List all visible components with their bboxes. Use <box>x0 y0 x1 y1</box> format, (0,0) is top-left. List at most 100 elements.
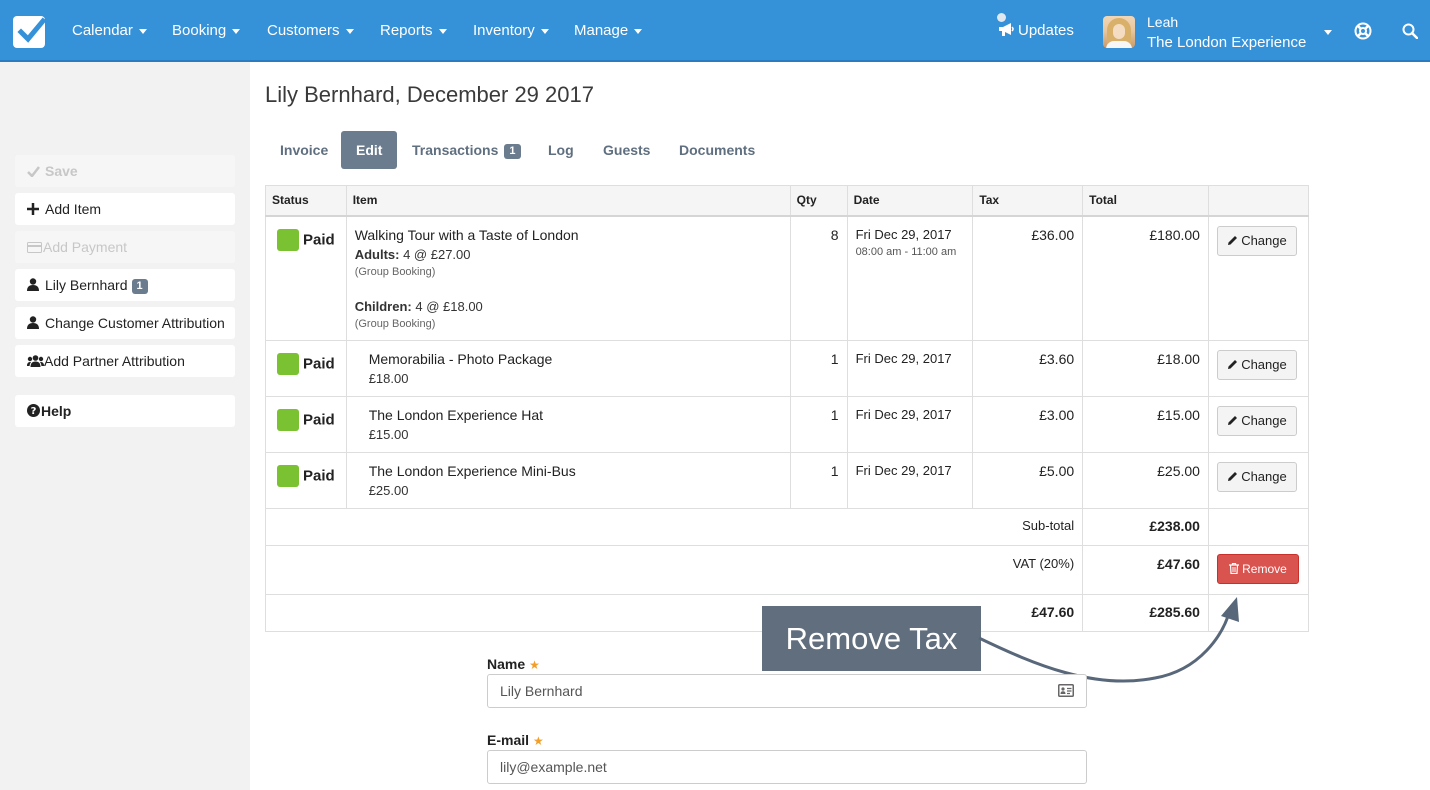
nav-manage[interactable]: Manage <box>574 22 643 39</box>
remove-tax-button[interactable]: Remove <box>1216 554 1299 584</box>
paid-square-icon <box>277 353 299 375</box>
user-icon <box>27 270 41 301</box>
svg-text:?: ? <box>31 406 37 417</box>
name-input[interactable]: Lily Bernhard <box>487 674 1087 708</box>
pencil-icon <box>1228 416 1238 425</box>
add-payment-button[interactable]: Add Payment <box>15 231 235 263</box>
nav-reports[interactable]: Reports <box>380 22 447 39</box>
page-title: Lily Bernhard, December 29 2017 <box>265 82 594 107</box>
help-button[interactable]: ? Help <box>15 395 235 427</box>
adults-note: (Group Booking) <box>354 265 436 278</box>
paid-square-icon <box>277 228 299 251</box>
item-name: Memorabilia - Photo Package <box>368 351 553 367</box>
table-row: Paid The London Experience Hat £15.00 1 F… <box>265 396 1310 453</box>
top-navigation-bar: Calendar Booking Customers Reports Inven… <box>0 0 1430 62</box>
vat-value: £47.60 <box>1082 545 1209 595</box>
avatar[interactable] <box>1103 16 1135 48</box>
tab-documents[interactable]: Documents <box>664 131 770 169</box>
status-label: Paid <box>303 411 335 429</box>
table-row: Paid Walking Tour with a Taste of London… <box>265 215 1310 341</box>
adults-line: Adults: 4 @ £27.00 <box>355 247 782 262</box>
lifebuoy-icon[interactable] <box>1354 22 1372 40</box>
item-time: 08:00 am - 11:00 am <box>855 245 957 258</box>
user-company[interactable]: The London Experience <box>1147 34 1312 51</box>
item-date: Fri Dec 29, 2017 <box>855 226 952 242</box>
children-label: Children: <box>354 298 412 314</box>
subtotal-label: Sub-total <box>264 508 1084 546</box>
nav-booking-label: Booking <box>172 22 227 39</box>
customer-button[interactable]: Lily Bernhard 1 <box>15 269 235 301</box>
chevron-down-icon[interactable] <box>1324 30 1332 35</box>
children-line: Children: 4 @ £18.00 <box>355 299 782 314</box>
remove-tax-callout: Remove Tax <box>762 606 981 671</box>
tab-log-label: Log <box>548 142 574 158</box>
email-label: E-mail ★ <box>487 732 544 748</box>
trash-icon <box>1229 562 1240 575</box>
nav-inventory[interactable]: Inventory <box>473 22 549 39</box>
change-button[interactable]: Change <box>1216 462 1297 492</box>
required-star-icon: ★ <box>533 734 544 748</box>
tab-guests-label: Guests <box>603 142 651 158</box>
change-label: Change <box>1241 413 1287 428</box>
tab-guests[interactable]: Guests <box>588 131 665 169</box>
header-item: Item <box>345 185 791 217</box>
invoice-items-table: Status Item Qty Date Tax Total Paid Walk… <box>264 185 1310 632</box>
status-label: Paid <box>303 355 335 373</box>
nav-booking[interactable]: Booking <box>172 22 241 39</box>
chevron-down-icon <box>634 28 643 34</box>
add-partner-attribution-button[interactable]: Add Partner Attribution <box>15 345 235 377</box>
change-button[interactable]: Change <box>1216 406 1297 436</box>
status-badge: Paid <box>277 465 335 487</box>
header-total: Total <box>1082 185 1209 217</box>
add-item-button[interactable]: Add Item <box>15 193 235 225</box>
item-price: £18.00 <box>368 371 409 386</box>
nav-customers-label: Customers <box>267 22 340 39</box>
user-name[interactable]: Leah <box>1147 14 1178 30</box>
pencil-icon <box>1228 235 1238 245</box>
tab-edit[interactable]: Edit <box>341 131 398 169</box>
item-name: Walking Tour with a Taste of London <box>354 226 579 243</box>
children-value: 4 @ £18.00 <box>415 298 483 314</box>
credit-card-icon <box>27 232 42 263</box>
checkbox-logo-icon[interactable] <box>13 16 46 48</box>
tab-log[interactable]: Log <box>533 131 589 169</box>
updates-button[interactable]: Updates <box>998 22 1074 39</box>
item-date: Fri Dec 29, 2017 <box>846 396 974 453</box>
change-button[interactable]: Change <box>1216 225 1297 256</box>
item-total: £25.00 <box>1082 452 1209 509</box>
item-total: £18.00 <box>1082 340 1209 397</box>
adults-label: Adults: <box>354 246 400 262</box>
item-tax: £5.00 <box>972 452 1084 509</box>
item-qty: 8 <box>789 215 848 341</box>
change-attribution-label: Change Customer Attribution <box>45 315 225 331</box>
chevron-down-icon <box>138 28 147 34</box>
item-date: Fri Dec 29, 2017 <box>846 340 974 397</box>
notification-dot <box>997 13 1006 22</box>
change-button[interactable]: Change <box>1216 350 1297 380</box>
nav-manage-label: Manage <box>574 22 629 39</box>
chevron-down-icon <box>540 28 549 34</box>
tab-invoice-label: Invoice <box>280 142 329 158</box>
header-qty: Qty <box>789 185 848 217</box>
chevron-down-icon <box>438 28 447 34</box>
nav-calendar-label: Calendar <box>72 22 133 39</box>
id-card-icon[interactable] <box>1058 684 1074 697</box>
change-customer-attribution-button[interactable]: Change Customer Attribution <box>15 307 235 339</box>
email-input[interactable]: lily@example.net <box>487 750 1087 784</box>
help-label: Help <box>41 403 72 419</box>
tab-transactions[interactable]: Transactions 1 <box>397 131 536 169</box>
search-icon[interactable] <box>1402 23 1418 39</box>
save-label: Save <box>45 163 78 179</box>
table-row: Paid Memorabilia - Photo Package £18.00 1… <box>265 340 1310 397</box>
item-qty: 1 <box>789 452 848 509</box>
item-qty: 1 <box>789 340 848 397</box>
transactions-badge: 1 <box>504 143 521 159</box>
tab-invoice[interactable]: Invoice <box>265 131 343 169</box>
nav-customers[interactable]: Customers <box>267 22 354 39</box>
tab-edit-label: Edit <box>356 142 383 158</box>
item-name: The London Experience Mini-Bus <box>368 463 576 479</box>
user-icon <box>27 308 41 339</box>
pencil-icon <box>1228 472 1238 481</box>
nav-calendar[interactable]: Calendar <box>72 22 147 39</box>
save-button[interactable]: Save <box>15 155 235 187</box>
